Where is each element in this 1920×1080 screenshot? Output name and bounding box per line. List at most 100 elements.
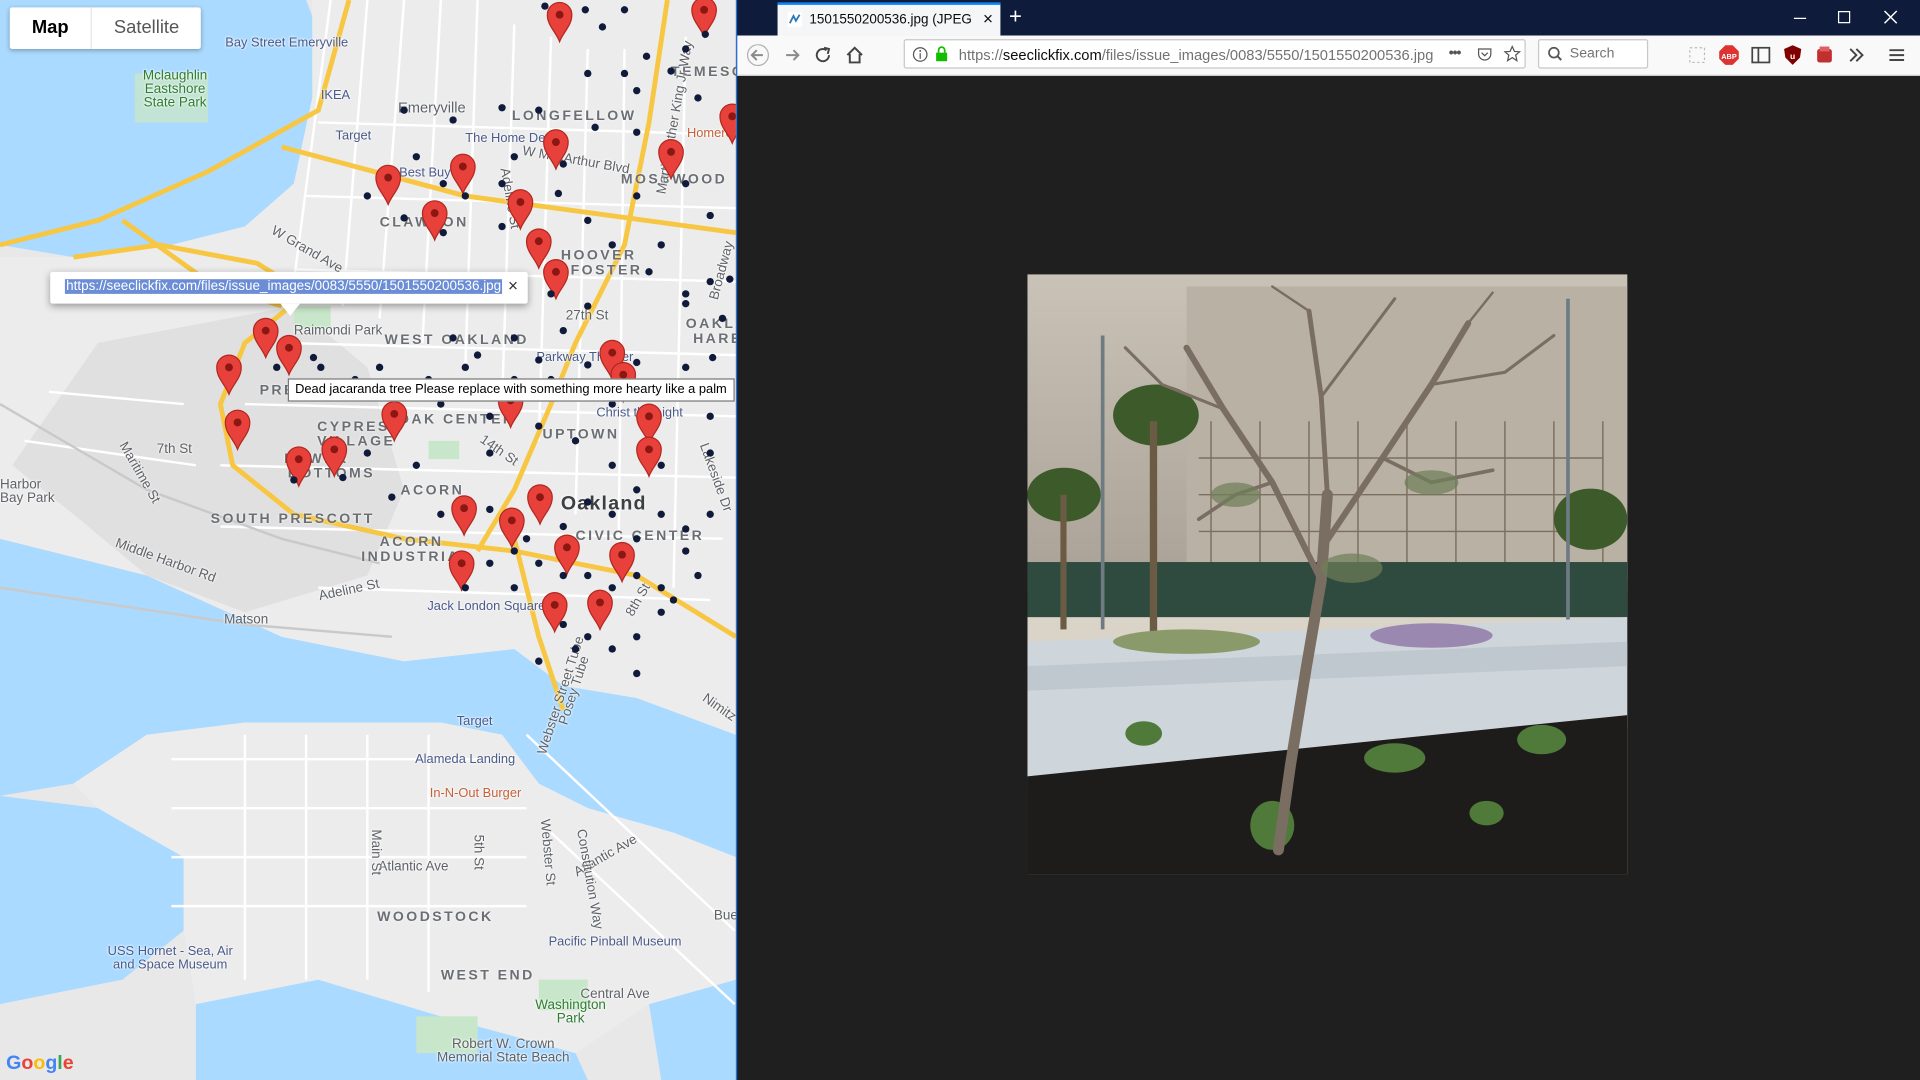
issue-marker-dot[interactable] [437, 510, 445, 518]
issue-marker-dot[interactable] [363, 192, 372, 200]
issue-marker-dot[interactable] [708, 353, 717, 362]
hamburger-menu-icon[interactable] [1886, 44, 1908, 66]
issue-marker-dot[interactable] [645, 268, 653, 276]
issue-marker-dot[interactable] [706, 277, 714, 286]
reload-icon[interactable] [811, 44, 835, 66]
issue-marker-pin[interactable] [216, 354, 242, 397]
issue-marker-dot[interactable] [682, 300, 690, 308]
issue-marker-dot[interactable] [657, 461, 665, 469]
issue-marker-dot[interactable] [584, 302, 592, 310]
minimize-icon[interactable] [1793, 11, 1808, 26]
issue-marker-dot[interactable] [682, 290, 690, 298]
issue-marker-dot[interactable] [598, 23, 607, 31]
issue-marker-pin[interactable] [658, 138, 684, 181]
url-text[interactable]: https://seeclickfix.com/files/issue_imag… [959, 47, 1434, 64]
issue-marker-pin[interactable] [527, 484, 553, 526]
issue-marker-dot[interactable] [682, 45, 690, 53]
issue-marker-dot[interactable] [584, 361, 592, 369]
issue-marker-dot[interactable] [290, 476, 298, 484]
issue-marker-dot[interactable] [535, 657, 543, 665]
issue-marker-dot[interactable] [694, 571, 702, 580]
maximize-icon[interactable] [1837, 10, 1852, 25]
forward-icon[interactable] [780, 44, 804, 66]
issue-marker-dot[interactable] [694, 94, 702, 102]
issue-marker-dot[interactable] [633, 128, 641, 136]
issue-marker-dot[interactable] [633, 633, 641, 641]
issue-marker-pin[interactable] [375, 164, 402, 207]
extension-red-icon[interactable] [1813, 44, 1835, 66]
issue-marker-pin[interactable] [636, 436, 662, 479]
issue-marker-dot[interactable] [273, 363, 281, 372]
issue-marker-dot[interactable] [535, 356, 543, 364]
pocket-icon[interactable] [1477, 47, 1493, 63]
issue-marker-dot[interactable] [718, 314, 727, 323]
ublock-origin-icon[interactable]: u [1782, 44, 1804, 66]
issue-marker-dot[interactable] [608, 584, 616, 592]
issue-marker-dot[interactable] [486, 505, 494, 514]
issue-marker-dot[interactable] [510, 153, 518, 161]
issue-marker-dot[interactable] [486, 412, 494, 421]
url-bar[interactable]: https://seeclickfix.com/files/issue_imag… [903, 39, 1526, 69]
issue-marker-dot[interactable] [584, 498, 592, 506]
issue-marker-dot[interactable] [584, 571, 592, 580]
issue-marker-dot[interactable] [498, 104, 506, 112]
issue-marker-dot[interactable] [363, 449, 372, 457]
issue-marker-dot[interactable] [510, 334, 518, 342]
issue-marker-dot[interactable] [461, 584, 469, 592]
issue-marker-dot[interactable] [522, 535, 531, 543]
issue-marker-dot[interactable] [400, 214, 408, 222]
close-window-icon[interactable] [1883, 10, 1898, 25]
issue-marker-dot[interactable] [559, 326, 567, 335]
tab-close-button[interactable]: × [983, 9, 993, 29]
issue-marker-dot[interactable] [473, 351, 482, 359]
issue-marker-dot[interactable] [400, 106, 408, 114]
issue-marker-pin[interactable] [224, 409, 251, 452]
displayed-jpeg-image[interactable] [1027, 274, 1628, 875]
issue-marker-dot[interactable] [510, 547, 518, 555]
issue-marker-pin[interactable] [609, 541, 635, 584]
issue-marker-dot[interactable] [339, 473, 347, 482]
issue-marker-dot[interactable] [461, 363, 469, 372]
issue-marker-dot[interactable] [554, 189, 563, 198]
issue-marker-dot[interactable] [317, 363, 325, 372]
issue-marker-dot[interactable] [439, 180, 447, 188]
issue-marker-dot[interactable] [608, 645, 616, 653]
issue-marker-dot[interactable] [535, 106, 543, 114]
issue-marker-dot[interactable] [498, 180, 506, 188]
issue-marker-dot[interactable] [633, 571, 641, 580]
active-tab[interactable]: 1501550200536.jpg (JPEG Image, 490 × 490… [777, 2, 1001, 36]
issue-marker-dot[interactable] [486, 559, 494, 567]
issue-marker-dot[interactable] [633, 535, 641, 543]
issue-marker-dot[interactable] [726, 275, 734, 283]
issue-marker-pin[interactable] [498, 507, 525, 550]
issue-marker-pin[interactable] [381, 401, 408, 443]
issue-marker-dot[interactable] [608, 241, 616, 249]
issue-marker-dot[interactable] [620, 69, 629, 78]
issue-marker-dot[interactable] [559, 620, 567, 629]
issue-marker-pin[interactable] [587, 589, 613, 632]
issue-marker-dot[interactable] [571, 645, 580, 653]
new-tab-button[interactable]: + [1009, 4, 1022, 30]
search-bar[interactable]: Search [1537, 39, 1649, 69]
issue-marker-pin[interactable] [450, 153, 476, 196]
issue-marker-dot[interactable] [559, 571, 567, 580]
issue-marker-dot[interactable] [461, 192, 469, 200]
issue-marker-dot[interactable] [439, 228, 447, 237]
issue-marker-dot[interactable] [510, 584, 518, 592]
issue-marker-dot[interactable] [682, 180, 690, 188]
adblock-plus-icon[interactable]: ABP [1718, 44, 1740, 66]
issue-marker-dot[interactable] [581, 6, 589, 14]
issue-marker-dot[interactable] [706, 449, 714, 457]
issue-marker-dot[interactable] [584, 69, 592, 78]
issue-marker-dot[interactable] [541, 2, 549, 10]
issue-marker-dot[interactable] [584, 216, 592, 225]
issue-marker-dot[interactable] [633, 486, 641, 494]
issue-marker-dot[interactable] [584, 633, 592, 641]
issue-marker-dot[interactable] [388, 493, 396, 501]
issue-marker-dot[interactable] [412, 461, 421, 469]
page-actions-icon[interactable]: ••• [1449, 44, 1462, 61]
popup-close-button[interactable]: × [508, 276, 518, 296]
issue-marker-dot[interactable] [535, 422, 543, 430]
issue-marker-pin[interactable] [451, 495, 477, 537]
issue-marker-dot[interactable] [412, 153, 421, 161]
